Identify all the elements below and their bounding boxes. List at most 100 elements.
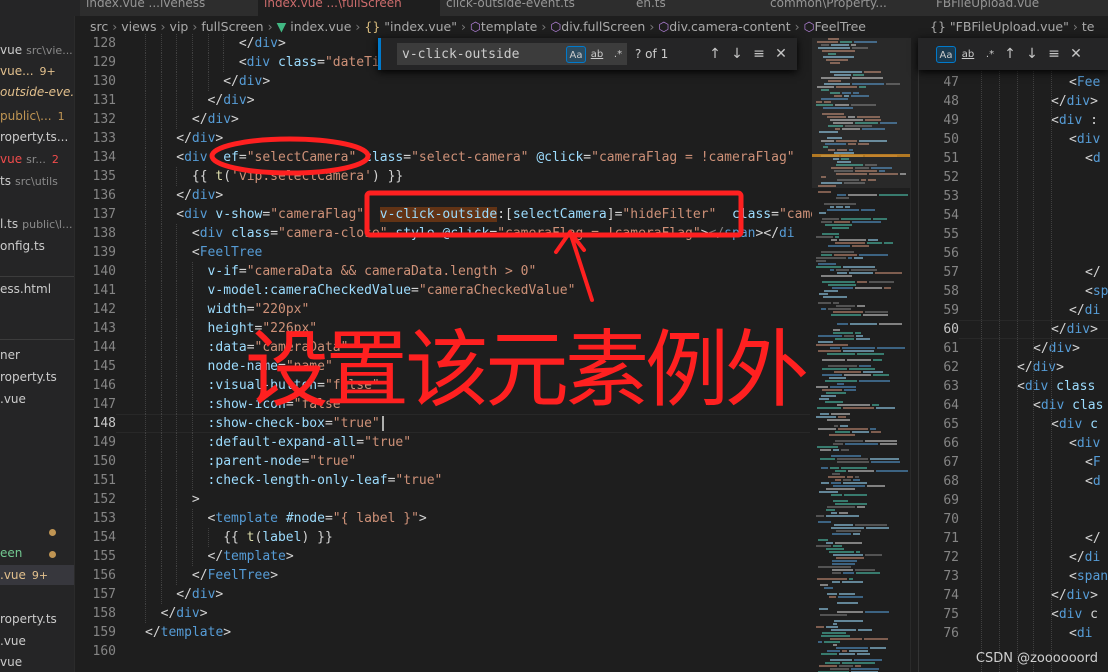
- breadcrumb-right-trailing[interactable]: te: [1082, 19, 1095, 34]
- code-line[interactable]: >: [192, 490, 200, 509]
- explorer-item[interactable]: roperty.ts: [0, 609, 57, 629]
- explorer-item[interactable]: .vue: [0, 631, 26, 651]
- breadcrumb-symbol-camera-content[interactable]: div.camera-content: [669, 19, 790, 34]
- code-line[interactable]: <div class="dateTi: [239, 53, 380, 72]
- code-line[interactable]: {{ t('vip.selectCamera') }}: [192, 167, 403, 186]
- code-line[interactable]: </div>: [176, 129, 223, 148]
- explorer-item[interactable]: onfig.ts: [0, 236, 45, 256]
- code-line[interactable]: </di: [1069, 301, 1100, 320]
- explorer-item[interactable]: vue sr... 2: [0, 149, 59, 169]
- code-line[interactable]: </div>: [208, 91, 255, 110]
- editor-tab[interactable]: click-outside-event.ts: [440, 0, 639, 16]
- code-line[interactable]: </div>: [239, 34, 286, 53]
- explorer-item[interactable]: ess.html: [0, 279, 51, 299]
- right-split-editor[interactable]: <d46<div c47<Fee48</div>49<div :50<div51…: [918, 38, 1108, 672]
- code-line[interactable]: v-model:cameraCheckedValue="cameraChecke…: [208, 281, 576, 300]
- code-line[interactable]: <div clas: [1033, 396, 1103, 415]
- code-line[interactable]: <FeelTree: [192, 243, 262, 262]
- code-line[interactable]: </div>: [192, 110, 239, 129]
- find-in-selection-button[interactable]: ≡: [1044, 44, 1064, 64]
- explorer-item[interactable]: vue: [0, 652, 22, 672]
- editor-tab[interactable]: common\Property...: [764, 0, 937, 16]
- breadcrumb-symbol-fullscreen[interactable]: div.fullScreen: [561, 19, 645, 34]
- code-line[interactable]: <sp: [1085, 282, 1108, 301]
- code-line[interactable]: </div>: [1033, 339, 1080, 358]
- code-line[interactable]: <div class="camera-close" style @click="…: [192, 224, 795, 243]
- code-line[interactable]: </div>: [1051, 92, 1098, 111]
- whole-word-toggle[interactable]: ab: [587, 46, 607, 63]
- breadcrumb-right-symbol[interactable]: "FBFileUpload.vue": [950, 19, 1069, 34]
- code-line[interactable]: <span: [1069, 567, 1108, 586]
- code-line[interactable]: </div>: [1051, 586, 1098, 605]
- previous-match-button[interactable]: ↑: [1000, 44, 1020, 64]
- editor-tab[interactable]: FBFileUpload.vue: [930, 0, 1108, 16]
- code-line[interactable]: <d: [1085, 149, 1101, 168]
- explorer-item[interactable]: ts src\utils: [0, 171, 58, 191]
- code-line[interactable]: width="220px": [208, 300, 310, 319]
- explorer-item[interactable]: vue src\vie...: [0, 40, 73, 60]
- explorer-item[interactable]: vue... 9+: [0, 61, 56, 81]
- code-line[interactable]: </div>: [223, 72, 270, 91]
- editor-tab[interactable]: index.vue ...\fullScreen: [258, 0, 449, 16]
- code-line[interactable]: <div v-show = "cameraFlag" v-click-outside…: [176, 205, 818, 224]
- find-in-selection-button[interactable]: ≡: [749, 44, 769, 64]
- breadcrumb-file[interactable]: index.vue: [290, 19, 351, 34]
- explorer-item[interactable]: .vue: [0, 389, 26, 409]
- match-case-toggle[interactable]: Aa: [566, 46, 586, 63]
- code-line[interactable]: </di: [1069, 548, 1100, 567]
- match-case-toggle[interactable]: Aa: [936, 46, 956, 63]
- breadcrumb-src[interactable]: src: [90, 19, 108, 34]
- regex-toggle[interactable]: .*: [980, 46, 1000, 63]
- code-line[interactable]: <div c: [1051, 415, 1098, 434]
- breadcrumb-symbol-file[interactable]: "index.vue": [384, 19, 457, 34]
- minimap-slider[interactable]: [812, 38, 910, 188]
- whole-word-toggle[interactable]: ab: [958, 46, 978, 63]
- code-line[interactable]: </div>: [1017, 358, 1064, 377]
- code-line[interactable]: </div>: [176, 585, 223, 604]
- code-line[interactable]: <div: [1069, 434, 1100, 453]
- previous-match-button[interactable]: ↑: [705, 44, 725, 64]
- explorer-item[interactable]: outside-eve...: [0, 82, 74, 102]
- editor-tab[interactable]: index.vue ...iveness: [80, 0, 263, 16]
- code-line[interactable]: <template #node="{ label }">: [208, 509, 427, 528]
- code-line[interactable]: <Fee: [1069, 73, 1100, 92]
- breadcrumb-symbol-template[interactable]: template: [481, 19, 537, 34]
- explorer-item[interactable]: roperty.ts: [0, 367, 57, 387]
- breadcrumb-views[interactable]: views: [121, 19, 156, 34]
- code-line[interactable]: <di: [1069, 624, 1092, 643]
- explorer-item[interactable]: .vue 9+: [0, 565, 74, 585]
- code-line[interactable]: </div>: [161, 604, 208, 623]
- explorer-item[interactable]: public\... 1: [0, 106, 65, 126]
- code-line[interactable]: :check-length-only-leaf="true": [208, 471, 443, 490]
- code-line[interactable]: </: [1085, 529, 1101, 548]
- code-line[interactable]: :parent-node="true": [208, 452, 357, 471]
- explorer-item[interactable]: roperty.ts...: [0, 127, 68, 147]
- breadcrumb-symbol-feeltree[interactable]: FeelTree: [815, 19, 866, 34]
- explorer-item[interactable]: l.ts public\l...: [0, 214, 72, 234]
- explorer-item[interactable]: een: [0, 543, 22, 563]
- next-match-button[interactable]: ↓: [1022, 44, 1042, 64]
- code-line[interactable]: <div class: [1017, 377, 1095, 396]
- close-find-button[interactable]: ✕: [771, 44, 791, 64]
- breadcrumb-vip[interactable]: vip: [170, 19, 189, 34]
- close-find-button[interactable]: ✕: [1066, 44, 1086, 64]
- code-line[interactable]: <d: [1085, 472, 1101, 491]
- code-line[interactable]: <div c: [1051, 605, 1098, 624]
- code-line[interactable]: <div :: [1051, 111, 1098, 130]
- code-line[interactable]: v-if="cameraData && cameraData.length > …: [208, 262, 537, 281]
- code-line[interactable]: </FeelTree>: [192, 566, 278, 585]
- regex-toggle[interactable]: .*: [608, 46, 628, 63]
- code-line[interactable]: <F: [1085, 453, 1101, 472]
- code-line[interactable]: </template>: [208, 547, 294, 566]
- code-line[interactable]: {{ t(label) }}: [223, 528, 333, 547]
- code-line[interactable]: </: [1085, 263, 1101, 282]
- code-line[interactable]: <div: [1069, 130, 1100, 149]
- explorer-item[interactable]: ner: [0, 345, 20, 365]
- editor-tab[interactable]: en.ts: [630, 0, 771, 16]
- code-line[interactable]: </div>: [176, 186, 223, 205]
- code-line[interactable]: </template>: [145, 623, 231, 642]
- next-match-button[interactable]: ↓: [727, 44, 747, 64]
- breadcrumb-fullscreen[interactable]: fullScreen: [201, 19, 263, 34]
- code-line[interactable]: </div>: [1051, 320, 1098, 339]
- code-line[interactable]: :default-expand-all="true": [208, 433, 412, 452]
